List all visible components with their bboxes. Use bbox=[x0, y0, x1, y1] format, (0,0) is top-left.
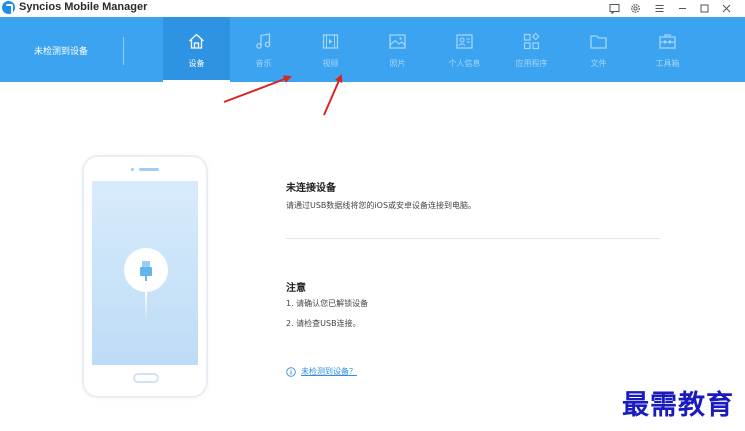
tab-music[interactable]: 音乐 bbox=[230, 17, 297, 82]
app-logo-icon bbox=[2, 1, 15, 14]
main-nav-bar: 未检测到设备 设备 音乐 视频 照片 个人信息 应用程序 文件 工具箱 bbox=[0, 17, 745, 82]
toolbox-icon bbox=[658, 32, 677, 51]
tab-label: 音乐 bbox=[255, 59, 272, 68]
tab-apps[interactable]: 应用程序 bbox=[498, 17, 565, 82]
tab-label: 工具箱 bbox=[655, 59, 680, 68]
usb-cable bbox=[145, 292, 147, 320]
tab-toolbox[interactable]: 工具箱 bbox=[634, 17, 701, 82]
maximize-icon[interactable] bbox=[697, 2, 711, 15]
watermark-text: 最需教育 bbox=[622, 390, 734, 421]
title-bar: Syncios Mobile Manager bbox=[0, 0, 745, 17]
note-item: 1. 请确认您已解锁设备 bbox=[286, 299, 369, 308]
contact-card-icon bbox=[455, 32, 474, 51]
apps-icon bbox=[522, 32, 541, 51]
help-link-text: 未检测到设备？ bbox=[301, 367, 357, 376]
connect-instruction: 请通过USB数据线将您的iOS或安卓设备连接到电脑。 bbox=[286, 201, 477, 210]
tab-label: 个人信息 bbox=[448, 59, 481, 68]
note-item: 2. 请检查USB连接。 bbox=[286, 319, 361, 328]
settings-icon[interactable] bbox=[628, 2, 642, 15]
folder-icon bbox=[589, 32, 608, 51]
tab-personal-info[interactable]: 个人信息 bbox=[431, 17, 498, 82]
minimize-icon[interactable] bbox=[675, 2, 689, 15]
feedback-icon[interactable] bbox=[607, 2, 621, 15]
app-title: Syncios Mobile Manager bbox=[19, 1, 148, 13]
phone-speaker bbox=[139, 168, 159, 171]
photo-icon bbox=[388, 32, 407, 51]
info-icon bbox=[286, 366, 296, 377]
music-icon bbox=[254, 32, 273, 51]
tab-device[interactable]: 设备 bbox=[163, 17, 230, 82]
phone-illustration bbox=[82, 155, 208, 398]
tab-files[interactable]: 文件 bbox=[565, 17, 632, 82]
tab-label: 设备 bbox=[188, 59, 205, 68]
device-status-text: 未检测到设备 bbox=[34, 47, 89, 57]
tab-video[interactable]: 视频 bbox=[297, 17, 364, 82]
home-icon bbox=[187, 32, 206, 51]
tab-label: 照片 bbox=[389, 59, 406, 68]
phone-screen bbox=[92, 181, 198, 365]
phone-home-button bbox=[133, 373, 159, 383]
tab-photo[interactable]: 照片 bbox=[364, 17, 431, 82]
section-divider bbox=[286, 238, 660, 239]
phone-camera bbox=[131, 168, 134, 171]
notes-heading: 注意 bbox=[286, 283, 306, 294]
video-icon bbox=[321, 32, 340, 51]
menu-icon[interactable] bbox=[652, 2, 666, 15]
tab-label: 文件 bbox=[590, 59, 607, 68]
tab-label: 视频 bbox=[322, 59, 339, 68]
device-not-detected-link[interactable]: 未检测到设备？ bbox=[286, 366, 357, 377]
close-icon[interactable] bbox=[719, 2, 733, 15]
tab-label: 应用程序 bbox=[515, 59, 548, 68]
not-connected-heading: 未连接设备 bbox=[286, 183, 336, 194]
usb-plug-icon bbox=[124, 248, 168, 292]
nav-divider bbox=[123, 37, 124, 65]
